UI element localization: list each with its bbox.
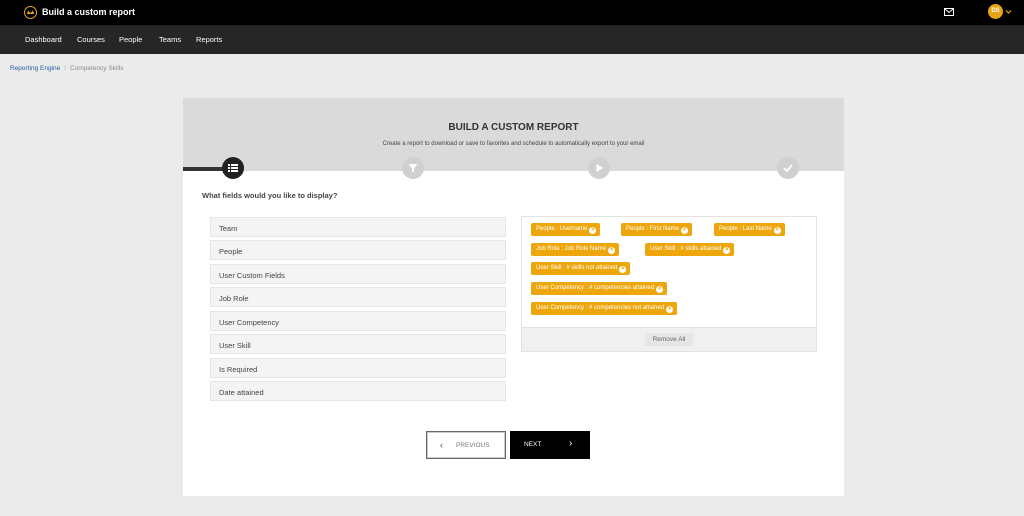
- card-header: BUILD A CUSTOM REPORT Create a report to…: [183, 98, 844, 168]
- selected-tag[interactable]: People : First Name ×: [621, 223, 693, 236]
- breadcrumb-separator: /: [64, 65, 67, 72]
- page-subtitle: Create a report to download or save to f…: [382, 141, 645, 147]
- chevron-right-icon: ›: [569, 438, 573, 449]
- remove-all-bar: Remove All: [522, 327, 816, 351]
- tag-label: User Skill : # skills not attained: [536, 265, 618, 271]
- selected-tag[interactable]: User Competency : # competencies not att…: [531, 302, 678, 315]
- remove-tag-icon[interactable]: ×: [608, 247, 616, 254]
- selected-tag[interactable]: People : Username ×: [531, 223, 601, 236]
- remove-tag-icon[interactable]: ×: [666, 306, 674, 313]
- selected-tag[interactable]: User Skill : # skills not attained ×: [531, 262, 631, 275]
- tag-label: People : First Name: [626, 226, 680, 232]
- remove-tag-icon[interactable]: ×: [723, 247, 731, 254]
- selected-tag[interactable]: User Competency : # competencies attaine…: [531, 282, 668, 295]
- nav-people[interactable]: People: [119, 35, 142, 44]
- app-title: Build a custom report: [42, 7, 136, 17]
- fields-question: What fields would you like to display?: [202, 191, 338, 200]
- breadcrumb: Reporting Engine / Competency Skills: [10, 65, 124, 72]
- report-builder-card: BUILD A CUSTOM REPORT Create a report to…: [183, 98, 844, 496]
- top-bar: Build a custom report DS: [0, 0, 1024, 25]
- previous-button[interactable]: ‹ PREVIOUS: [426, 431, 506, 459]
- tag-label: User Skill : # skills attained: [650, 246, 722, 252]
- selected-tag[interactable]: Job Role : Job Role Name ×: [531, 243, 620, 256]
- nav-courses[interactable]: Courses: [77, 35, 105, 44]
- page-title: BUILD A CUSTOM REPORT: [448, 122, 579, 133]
- avatar[interactable]: DS: [988, 4, 1003, 19]
- remove-tag-icon[interactable]: ×: [619, 266, 627, 273]
- previous-label: PREVIOUS: [456, 442, 490, 449]
- list-icon: [228, 164, 238, 172]
- remove-tag-icon[interactable]: ×: [681, 227, 689, 234]
- remove-tag-icon[interactable]: ×: [773, 227, 781, 234]
- field-people[interactable]: People: [210, 240, 506, 260]
- filter-icon: [408, 164, 418, 173]
- next-label: NEXT: [524, 441, 542, 448]
- step-fields[interactable]: [222, 157, 244, 179]
- tag-label: Job Role : Job Role Name: [536, 246, 607, 252]
- nav-teams[interactable]: Teams: [159, 35, 181, 44]
- field-user-competency[interactable]: User Competency: [210, 311, 506, 331]
- field-team[interactable]: Team: [210, 217, 506, 237]
- selected-tag[interactable]: User Skill : # skills attained ×: [645, 243, 735, 256]
- check-icon: [783, 164, 793, 173]
- selected-fields-panel: People : Username × People : First Name × …: [521, 216, 817, 352]
- step-filters[interactable]: [402, 157, 424, 179]
- progress-track: [183, 167, 844, 171]
- selected-tag[interactable]: People : Last Name ×: [714, 223, 785, 236]
- chevron-left-icon: ‹: [440, 440, 443, 450]
- chevron-down-icon[interactable]: [1005, 9, 1012, 15]
- play-icon: [596, 164, 603, 172]
- step-run[interactable]: [588, 157, 610, 179]
- main-nav: Dashboard Courses People Teams Reports: [0, 25, 1024, 54]
- breadcrumb-reporting-engine[interactable]: Reporting Engine: [10, 65, 60, 72]
- field-user-skill[interactable]: User Skill: [210, 334, 506, 354]
- remove-tag-icon[interactable]: ×: [656, 286, 664, 293]
- breadcrumb-current: Competency Skills: [70, 65, 124, 72]
- tag-label: User Competency : # competencies not att…: [536, 305, 665, 311]
- remove-all-button[interactable]: Remove All: [645, 333, 693, 346]
- nav-reports[interactable]: Reports: [196, 35, 222, 44]
- remove-tag-icon[interactable]: ×: [589, 227, 597, 234]
- mail-icon[interactable]: [944, 8, 954, 16]
- next-button[interactable]: NEXT ›: [510, 431, 590, 459]
- field-user-custom-fields[interactable]: User Custom Fields: [210, 264, 506, 284]
- tag-label: People : Username: [536, 226, 588, 232]
- step-finish[interactable]: [777, 157, 799, 179]
- logo-icon: [24, 6, 37, 19]
- field-is-required[interactable]: Is Required: [210, 358, 506, 378]
- field-date-attained[interactable]: Date attained: [210, 381, 506, 401]
- tag-label: People : Last Name: [719, 226, 772, 232]
- tag-label: User Competency : # competencies attaine…: [536, 285, 655, 291]
- nav-dashboard[interactable]: Dashboard: [25, 35, 62, 44]
- field-job-role[interactable]: Job Role: [210, 287, 506, 307]
